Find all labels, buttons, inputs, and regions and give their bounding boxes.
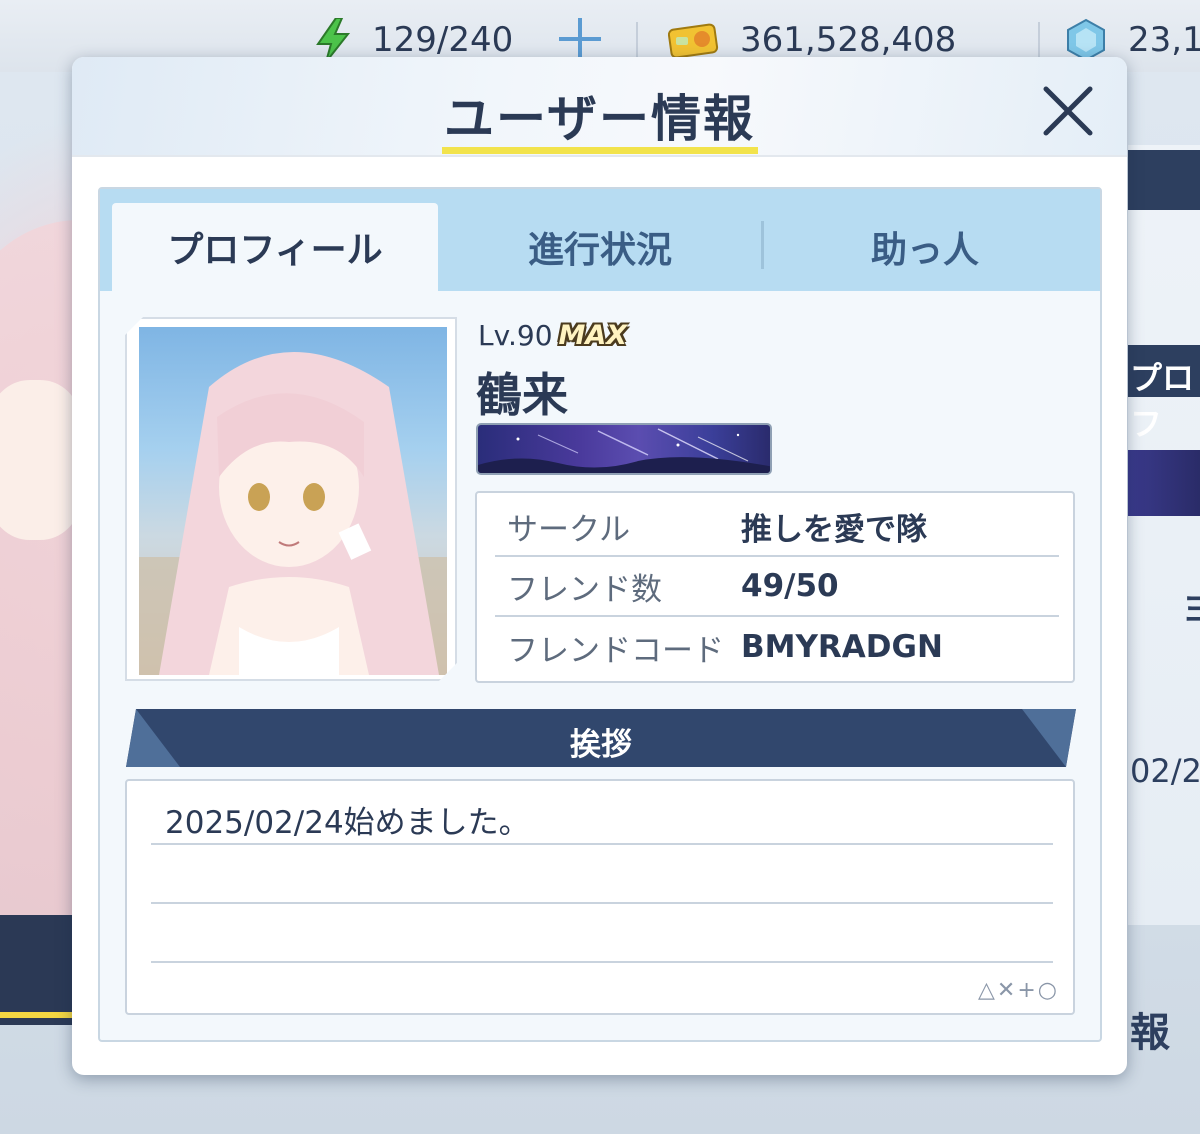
greeting-line (151, 902, 1053, 904)
avatar[interactable] (125, 317, 457, 681)
tab-profile[interactable]: プロフィール (112, 203, 438, 291)
dialog-header: ユーザー情報 (72, 57, 1127, 157)
background-bar (1128, 150, 1200, 210)
profile-info-table: サークル 推しを愛で隊 フレンド数 49/50 フレンドコード BMYRADGN (475, 491, 1075, 683)
greeting-box: 2025/02/24始めました。 △✕+○ (125, 779, 1075, 1015)
background-banner (1128, 450, 1200, 516)
background-label: プロフ (1130, 359, 1195, 443)
background-accent (0, 1012, 75, 1018)
profile-banner (476, 423, 772, 475)
background-label: 報 (1130, 1010, 1170, 1056)
plus-icon (559, 18, 601, 60)
info-row-friend-code: フレンドコード BMYRADGN (495, 617, 1059, 677)
lightning-icon (314, 17, 354, 63)
divider (1038, 22, 1040, 62)
friend-count-label: フレンド数 (507, 571, 662, 608)
close-icon (1043, 86, 1093, 136)
tab-divider (761, 221, 764, 269)
level-display: Lv.90 MAX MAX (478, 319, 627, 352)
gem-icon (1066, 18, 1106, 62)
card-coin-icon (667, 21, 720, 59)
profile-panel: プロフィール 進行状況 助っ人 Lv.90 MAX 鶴来 サークル 推しを愛で隊… (98, 187, 1102, 1042)
background-label: ヨ (1182, 590, 1200, 630)
energy-value: 129/240 (372, 20, 514, 60)
title-underline (442, 147, 758, 154)
character-portrait (139, 327, 447, 675)
symbols-icon: △✕+○ (978, 978, 1059, 1003)
tab-helper[interactable]: 助っ人 (765, 203, 1085, 291)
background-strip (0, 915, 75, 1025)
tab-progress[interactable]: 進行状況 (440, 203, 760, 291)
circle-value: 推しを愛で隊 (741, 511, 927, 548)
info-row-circle[interactable]: サークル 推しを愛で隊 (495, 497, 1059, 557)
greeting-text: 2025/02/24始めました。 (165, 805, 530, 841)
info-row-friends: フレンド数 49/50 (495, 557, 1059, 617)
background-panel (1128, 145, 1200, 925)
player-name: 鶴来 (476, 368, 568, 422)
greeting-line (151, 961, 1053, 963)
divider (636, 22, 638, 62)
level-text: Lv.90 (478, 319, 553, 352)
gem-value: 23,1 (1128, 20, 1200, 60)
tab-bar: プロフィール 進行状況 助っ人 (100, 189, 1100, 291)
greeting-title: 挨拶 (570, 727, 632, 763)
background-label: 02/24 (1130, 752, 1200, 790)
money-value: 361,528,408 (740, 20, 957, 60)
friend-count-value: 49/50 (741, 568, 839, 604)
greeting-line (151, 843, 1053, 845)
max-badge: MAX MAX (558, 320, 628, 351)
friend-code-label: フレンドコード (507, 632, 724, 669)
user-info-dialog: ユーザー情報 プロフィール 進行状況 助っ人 Lv.90 MAX 鶴来 サークル… (72, 57, 1127, 1075)
greeting-header: 挨拶 (126, 709, 1076, 767)
dialog-title: ユーザー情報 (444, 90, 755, 148)
close-button[interactable] (1036, 79, 1100, 143)
background-character-face (0, 380, 80, 540)
circle-label: サークル (507, 511, 631, 548)
friend-code-value: BMYRADGN (741, 629, 943, 665)
